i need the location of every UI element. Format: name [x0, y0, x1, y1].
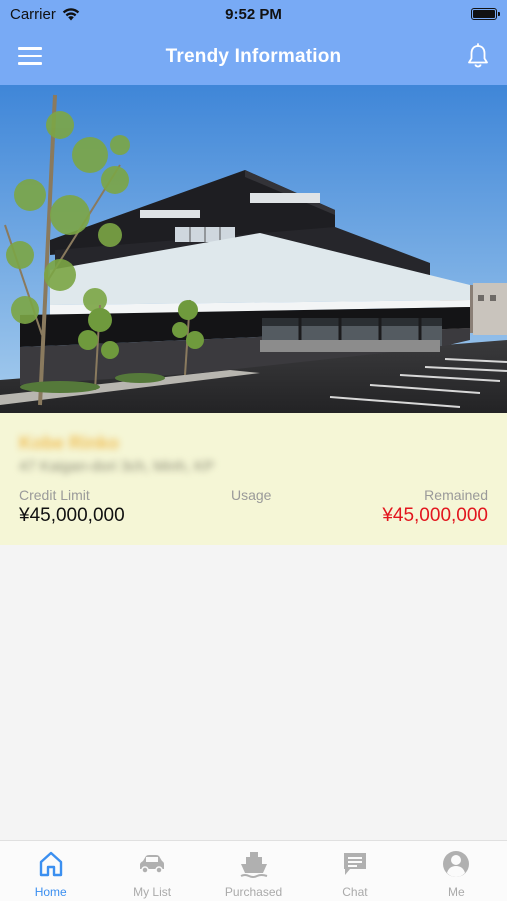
- carrier-label: Carrier: [10, 5, 56, 23]
- credit-limit-label: Credit Limit: [19, 487, 90, 503]
- bell-icon[interactable]: [467, 43, 489, 69]
- battery-fill: [473, 10, 495, 18]
- credit-limit-column: Credit Limit ¥45,000,000: [19, 487, 125, 527]
- chat-icon: [343, 853, 366, 875]
- person-icon: [443, 851, 470, 877]
- tab-home[interactable]: Home: [0, 841, 101, 901]
- tab-my-list-label: My List: [133, 885, 172, 899]
- company-address: 47 Kaigan-dori 3ch, Minh, KP: [19, 458, 215, 475]
- tab-bar: Home My List Purchased Chat Me: [0, 840, 507, 901]
- tab-chat-label: Chat: [342, 885, 368, 899]
- tab-chat[interactable]: Chat: [304, 841, 405, 901]
- usage-label: Usage: [231, 487, 272, 503]
- remained-label: Remained: [424, 487, 488, 503]
- tab-me[interactable]: Me: [406, 841, 507, 901]
- credit-limit-value: ¥45,000,000: [19, 505, 125, 526]
- nav-bar: Trendy Information: [0, 28, 507, 85]
- status-bar: Carrier 9:52 PM: [0, 0, 507, 28]
- page-title: Trendy Information: [165, 45, 342, 67]
- building-illustration: [0, 85, 507, 413]
- menu-icon[interactable]: [18, 47, 42, 65]
- company-name: Kobe Rinko: [19, 433, 120, 453]
- usage-column: Usage: [231, 487, 271, 505]
- tab-purchased-label: Purchased: [224, 885, 283, 899]
- tab-home-label: Home: [34, 885, 67, 899]
- remained-column: Remained ¥45,000,000: [382, 487, 488, 527]
- car-icon: [140, 855, 165, 874]
- credit-info-card: Kobe Rinko 47 Kaigan-dori 3ch, Minh, KP …: [0, 413, 507, 545]
- hero-building-photo: [0, 85, 507, 413]
- home-icon: [39, 851, 62, 877]
- status-left: Carrier: [10, 6, 80, 23]
- tab-purchased[interactable]: Purchased: [203, 841, 304, 901]
- ship-icon: [240, 852, 267, 878]
- credit-summary-row: Credit Limit ¥45,000,000 Usage Remained …: [19, 487, 488, 527]
- battery-icon: [471, 8, 500, 20]
- tab-my-list[interactable]: My List: [101, 841, 202, 901]
- wifi-icon: [62, 7, 80, 20]
- tab-me-label: Me: [447, 885, 465, 899]
- remained-value: ¥45,000,000: [382, 505, 488, 526]
